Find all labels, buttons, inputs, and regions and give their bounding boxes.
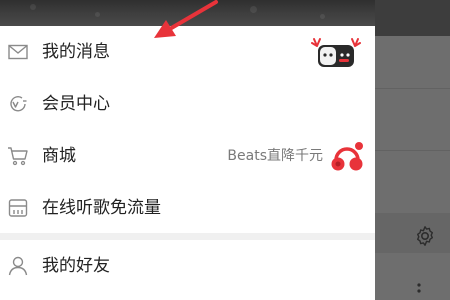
section-divider bbox=[0, 233, 375, 240]
raindrop bbox=[250, 6, 257, 13]
raindrop bbox=[320, 14, 325, 19]
menu-item-free-data[interactable]: 在线听歌免流量 bbox=[0, 182, 375, 234]
menu-item-vip-center[interactable]: 会员中心 bbox=[0, 78, 375, 130]
menu-item-label: 我的消息 bbox=[42, 42, 110, 62]
red-headphones-image bbox=[331, 142, 363, 171]
moose-mascot-image bbox=[311, 38, 361, 67]
more-icon[interactable] bbox=[416, 282, 422, 298]
vip-icon bbox=[10, 96, 27, 112]
store-promo-text: Beats直降千元 bbox=[227, 148, 323, 164]
raindrop bbox=[30, 4, 36, 10]
background-divider bbox=[375, 88, 450, 89]
menu-item-store[interactable]: 商城 Beats直降千元 bbox=[0, 130, 375, 182]
background-header bbox=[375, 0, 450, 36]
sim-card-icon bbox=[8, 199, 28, 217]
menu-item-label: 商城 bbox=[42, 146, 76, 166]
menu-item-label: 会员中心 bbox=[42, 94, 110, 114]
mail-icon bbox=[8, 44, 28, 60]
person-icon bbox=[8, 256, 28, 276]
background-divider bbox=[375, 150, 450, 151]
side-drawer: 我的消息 会员中心 商城 Beats直降千元 在线听歌免流量 我的好友 bbox=[0, 0, 375, 300]
raindrop bbox=[95, 12, 100, 17]
cart-icon bbox=[8, 147, 28, 166]
gear-icon[interactable] bbox=[413, 224, 437, 248]
menu-item-label: 我的好友 bbox=[42, 256, 110, 276]
menu-item-messages[interactable]: 我的消息 bbox=[0, 26, 375, 78]
menu-item-label: 在线听歌免流量 bbox=[42, 198, 161, 218]
menu-item-friends[interactable]: 我的好友 bbox=[0, 240, 375, 292]
